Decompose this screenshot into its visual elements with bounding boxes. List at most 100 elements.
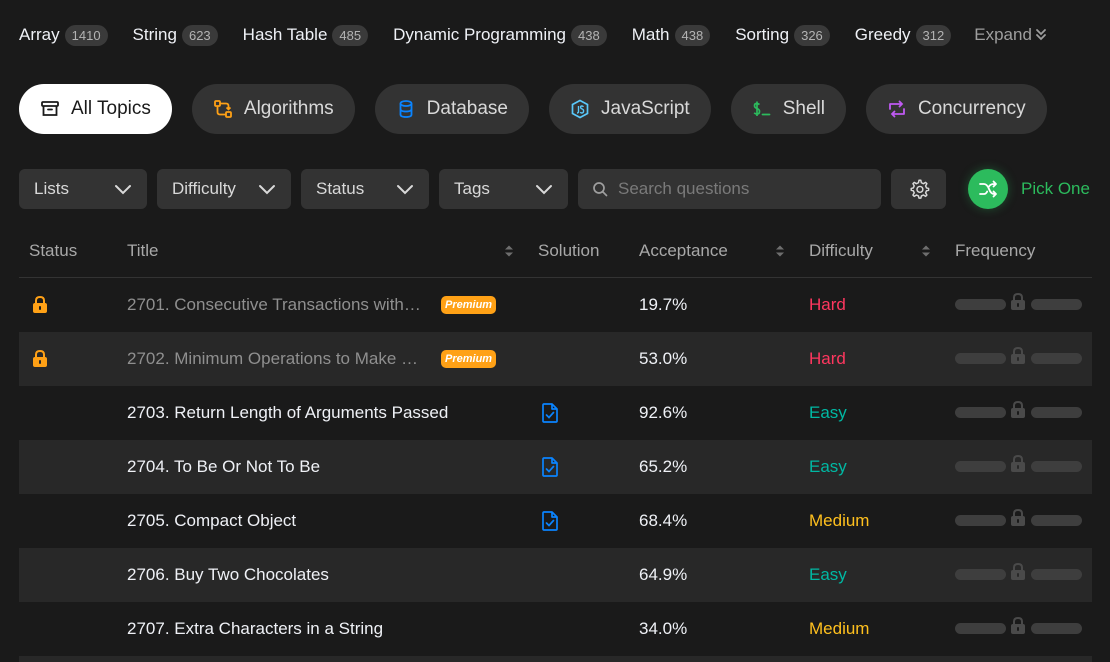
difficulty-dropdown-label: Difficulty	[172, 179, 236, 198]
settings-button[interactable]	[891, 169, 946, 209]
status-dropdown[interactable]: Status	[301, 169, 429, 209]
tag-hash-table[interactable]: Hash Table 485	[242, 24, 369, 46]
topic-label: Algorithms	[243, 98, 334, 119]
topic-concurrency[interactable]: Concurrency	[865, 84, 1047, 134]
topic-filter-bar: All Topics Algorithms Database JavaScrip…	[19, 84, 1067, 134]
problem-title[interactable]: 2707. Extra Characters in a String	[127, 619, 383, 639]
table-row: 2703. Return Length of Arguments Passed …	[19, 386, 1092, 440]
problem-title[interactable]: 2705. Compact Object	[127, 511, 296, 531]
solution-icon[interactable]	[541, 386, 559, 440]
lock-icon	[1011, 346, 1025, 364]
pick-one-button[interactable]: Pick One	[968, 169, 1090, 209]
topic-javascript[interactable]: JavaScript	[549, 84, 711, 134]
column-title[interactable]: Title	[127, 241, 159, 261]
chevron-down-icon	[259, 185, 275, 195]
lock-icon	[1011, 562, 1025, 580]
search-icon	[593, 182, 608, 197]
topic-shell[interactable]: Shell	[730, 84, 846, 134]
sort-icon[interactable]	[774, 243, 786, 259]
topic-label: Concurrency	[917, 98, 1026, 119]
problem-title-cell[interactable]: 2701. Consecutive Transactions with… Pre…	[127, 278, 527, 332]
stack-icon	[40, 99, 60, 119]
gear-icon	[909, 179, 929, 199]
table-row: 2701. Consecutive Transactions with… Pre…	[19, 278, 1092, 332]
tags-dropdown[interactable]: Tags	[439, 169, 568, 209]
lock-icon	[1011, 292, 1025, 310]
problem-title[interactable]: 2703. Return Length of Arguments Passed	[127, 403, 448, 423]
sort-icon[interactable]	[503, 243, 515, 259]
tag-bar: Array 1410 String 623 Hash Table 485 Dyn…	[19, 22, 1047, 48]
topic-label: Database	[426, 98, 508, 119]
tags-dropdown-label: Tags	[454, 179, 490, 198]
solution-icon[interactable]	[541, 440, 559, 494]
difficulty-value: Hard	[809, 349, 846, 368]
tag-sorting[interactable]: Sorting 326	[735, 24, 830, 46]
tag-greedy[interactable]: Greedy 312	[854, 24, 952, 46]
chevrons-down-icon	[1036, 29, 1046, 41]
tag-name: String	[132, 25, 177, 44]
problem-title[interactable]: 2701. Consecutive Transactions with…	[127, 295, 421, 315]
topic-database[interactable]: Database	[374, 84, 529, 134]
acceptance-value: 19.7%	[639, 295, 688, 314]
tag-name: Sorting	[735, 25, 790, 44]
tag-count: 438	[674, 24, 711, 46]
tag-array[interactable]: Array 1410	[19, 24, 108, 46]
lock-icon	[31, 278, 49, 332]
topic-algorithms[interactable]: Algorithms	[191, 84, 355, 134]
topic-label: All Topics	[71, 98, 151, 119]
javascript-icon	[570, 99, 590, 119]
solution-icon[interactable]	[541, 494, 559, 548]
acceptance-value: 65.2%	[639, 457, 688, 476]
problem-title-cell[interactable]: 2703. Return Length of Arguments Passed	[127, 386, 448, 440]
column-acceptance[interactable]: Acceptance	[639, 241, 728, 261]
tag-name: Dynamic Programming	[393, 25, 567, 44]
topic-all-topics[interactable]: All Topics	[19, 84, 172, 134]
premium-badge: Premium	[441, 350, 497, 368]
chevron-down-icon	[397, 185, 413, 195]
problem-title-cell[interactable]: 2702. Minimum Operations to Make … Premi…	[127, 332, 527, 386]
sort-icon[interactable]	[920, 243, 932, 259]
tag-name: Array	[19, 25, 60, 44]
acceptance-value: 92.6%	[639, 403, 688, 422]
problem-title[interactable]: 2704. To Be Or Not To Be	[127, 457, 320, 477]
premium-badge: Premium	[441, 296, 497, 314]
search-input[interactable]	[618, 179, 858, 199]
tag-count: 1410	[64, 24, 108, 46]
expand-tags-button[interactable]: Expand	[974, 25, 1047, 45]
difficulty-value: Easy	[809, 457, 847, 476]
tag-string[interactable]: String 623	[132, 24, 218, 46]
problem-title-cell[interactable]: 2706. Buy Two Chocolates	[127, 548, 329, 602]
problem-title-cell[interactable]: 2704. To Be Or Not To Be	[127, 440, 320, 494]
concurrency-icon	[887, 99, 907, 119]
difficulty-dropdown[interactable]: Difficulty	[157, 169, 291, 209]
tag-name: Hash Table	[242, 25, 328, 44]
database-icon	[396, 99, 416, 119]
difficulty-value: Medium	[809, 511, 870, 530]
tag-math[interactable]: Math 438	[632, 24, 711, 46]
tag-dynamic-programming[interactable]: Dynamic Programming 438	[393, 24, 607, 46]
column-difficulty[interactable]: Difficulty	[809, 241, 873, 261]
acceptance-value: 53.0%	[639, 349, 688, 368]
topic-label: Shell	[782, 98, 825, 119]
pick-one-label: Pick One	[1021, 179, 1090, 198]
problem-title-cell[interactable]: 2705. Compact Object	[127, 494, 296, 548]
tag-count: 438	[571, 24, 607, 46]
table-row	[19, 656, 1092, 662]
lock-icon	[1011, 508, 1025, 526]
table-row: 2704. To Be Or Not To Be 65.2% Easy	[19, 440, 1092, 494]
lists-dropdown[interactable]: Lists	[19, 169, 147, 209]
acceptance-value: 68.4%	[639, 511, 688, 530]
problem-title[interactable]: 2706. Buy Two Chocolates	[127, 565, 329, 585]
table-row: 2702. Minimum Operations to Make … Premi…	[19, 332, 1092, 386]
difficulty-value: Hard	[809, 295, 846, 314]
shuffle-icon	[968, 169, 1008, 209]
table-header: Status Title Solution Acceptance Difficu…	[19, 224, 1092, 278]
algorithm-icon	[213, 99, 233, 119]
chevron-down-icon	[536, 185, 552, 195]
problem-title-cell[interactable]: 2707. Extra Characters in a String	[127, 602, 383, 656]
problem-title[interactable]: 2702. Minimum Operations to Make …	[127, 349, 418, 369]
filter-bar: Lists Difficulty Status Tags Pick One	[19, 169, 1090, 209]
difficulty-value: Easy	[809, 403, 847, 422]
difficulty-value: Medium	[809, 619, 870, 638]
tag-name: Greedy	[854, 25, 911, 44]
